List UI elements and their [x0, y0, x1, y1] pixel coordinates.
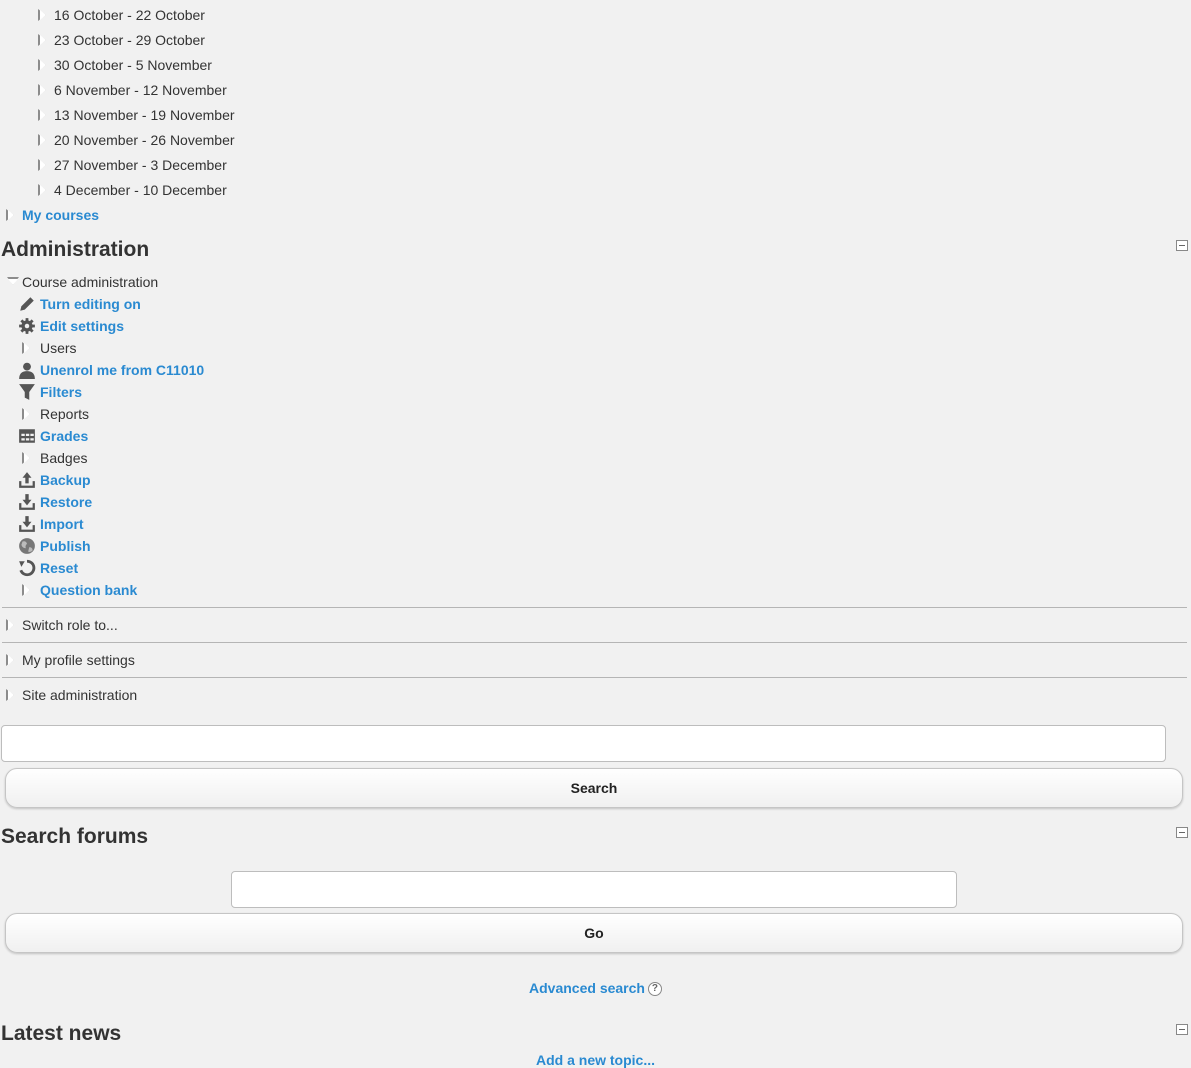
collapsed-arrow-icon [38, 9, 46, 21]
collapsed-arrow-icon [38, 184, 46, 196]
pencil-icon [20, 297, 34, 311]
collapsed-arrow-icon [22, 584, 30, 596]
unenrol-link[interactable]: Unenrol me from C11010 [40, 359, 204, 381]
globe-icon [19, 538, 35, 554]
my-courses-link[interactable]: My courses [22, 204, 99, 226]
upload-icon [19, 472, 35, 488]
week-label: 30 October - 5 November [54, 57, 212, 73]
week-label: 4 December - 10 December [54, 182, 227, 198]
reports-label: Reports [40, 406, 90, 422]
add-topic-link[interactable]: Add a new topic... [536, 1052, 655, 1068]
restore-link[interactable]: Restore [40, 491, 92, 513]
collapsed-arrow-icon [38, 109, 46, 121]
import-link[interactable]: Import [40, 513, 84, 535]
collapsed-arrow-icon [38, 134, 46, 146]
admin-search-input[interactable] [1, 725, 1166, 762]
collapsed-arrow-icon [38, 159, 46, 171]
forum-search-input[interactable] [231, 871, 957, 908]
collapse-block-icon[interactable] [1176, 1024, 1188, 1035]
collapsed-arrow-icon [6, 619, 14, 631]
download-icon [19, 494, 35, 510]
collapsed-arrow-icon [22, 452, 30, 464]
add-topic-row: Add a new topic... [0, 1052, 1191, 1068]
edit-settings-link[interactable]: Edit settings [40, 315, 124, 337]
expanded-arrow-icon [7, 277, 19, 285]
users-label: Users [40, 340, 77, 356]
backup-link[interactable]: Backup [40, 469, 91, 491]
collapsed-arrow-icon [6, 209, 14, 221]
import-icon [19, 516, 35, 532]
week-label: 6 November - 12 November [54, 82, 227, 98]
week-label: 13 November - 19 November [54, 107, 235, 123]
collapsed-arrow-icon [6, 654, 14, 666]
week-label: 16 October - 22 October [54, 7, 205, 23]
badges-label: Badges [40, 450, 88, 466]
filters-link[interactable]: Filters [40, 381, 82, 403]
help-icon[interactable]: ? [647, 982, 662, 997]
week-label: 27 November - 3 December [54, 157, 227, 173]
course-administration-label: Course administration [22, 274, 159, 290]
user-icon [19, 362, 35, 379]
reset-link[interactable]: Reset [40, 557, 78, 579]
go-button[interactable]: Go [5, 913, 1183, 953]
gear-icon [19, 318, 35, 334]
administration-title: Administration [1, 238, 150, 261]
divider [2, 642, 1187, 643]
collapsed-arrow-icon [38, 84, 46, 96]
advanced-search-row: Advanced search? [0, 978, 1191, 998]
week-label: 23 October - 29 October [54, 32, 205, 48]
collapse-block-icon[interactable] [1176, 240, 1188, 251]
collapsed-arrow-icon [22, 342, 30, 354]
collapsed-arrow-icon [6, 689, 14, 701]
divider [2, 607, 1187, 608]
collapsed-arrow-icon [38, 59, 46, 71]
question-bank-link[interactable]: Question bank [40, 579, 137, 601]
profile-settings-label: My profile settings [22, 652, 135, 668]
grades-link[interactable]: Grades [40, 425, 88, 447]
search-button[interactable]: Search [5, 768, 1183, 808]
reset-icon [19, 559, 36, 577]
grades-table-icon [19, 429, 35, 443]
filter-icon [19, 384, 35, 400]
week-label: 20 November - 26 November [54, 132, 235, 148]
switch-role-label: Switch role to... [22, 617, 118, 633]
search-forums-title: Search forums [1, 825, 149, 848]
site-administration-label: Site administration [22, 687, 138, 703]
collapse-block-icon[interactable] [1176, 827, 1188, 838]
divider [2, 677, 1187, 678]
advanced-search-link[interactable]: Advanced search [529, 980, 645, 996]
publish-link[interactable]: Publish [40, 535, 91, 557]
latest-news-title: Latest news [1, 1022, 122, 1045]
turn-editing-on-link[interactable]: Turn editing on [40, 293, 141, 315]
collapsed-arrow-icon [38, 34, 46, 46]
collapsed-arrow-icon [22, 408, 30, 420]
